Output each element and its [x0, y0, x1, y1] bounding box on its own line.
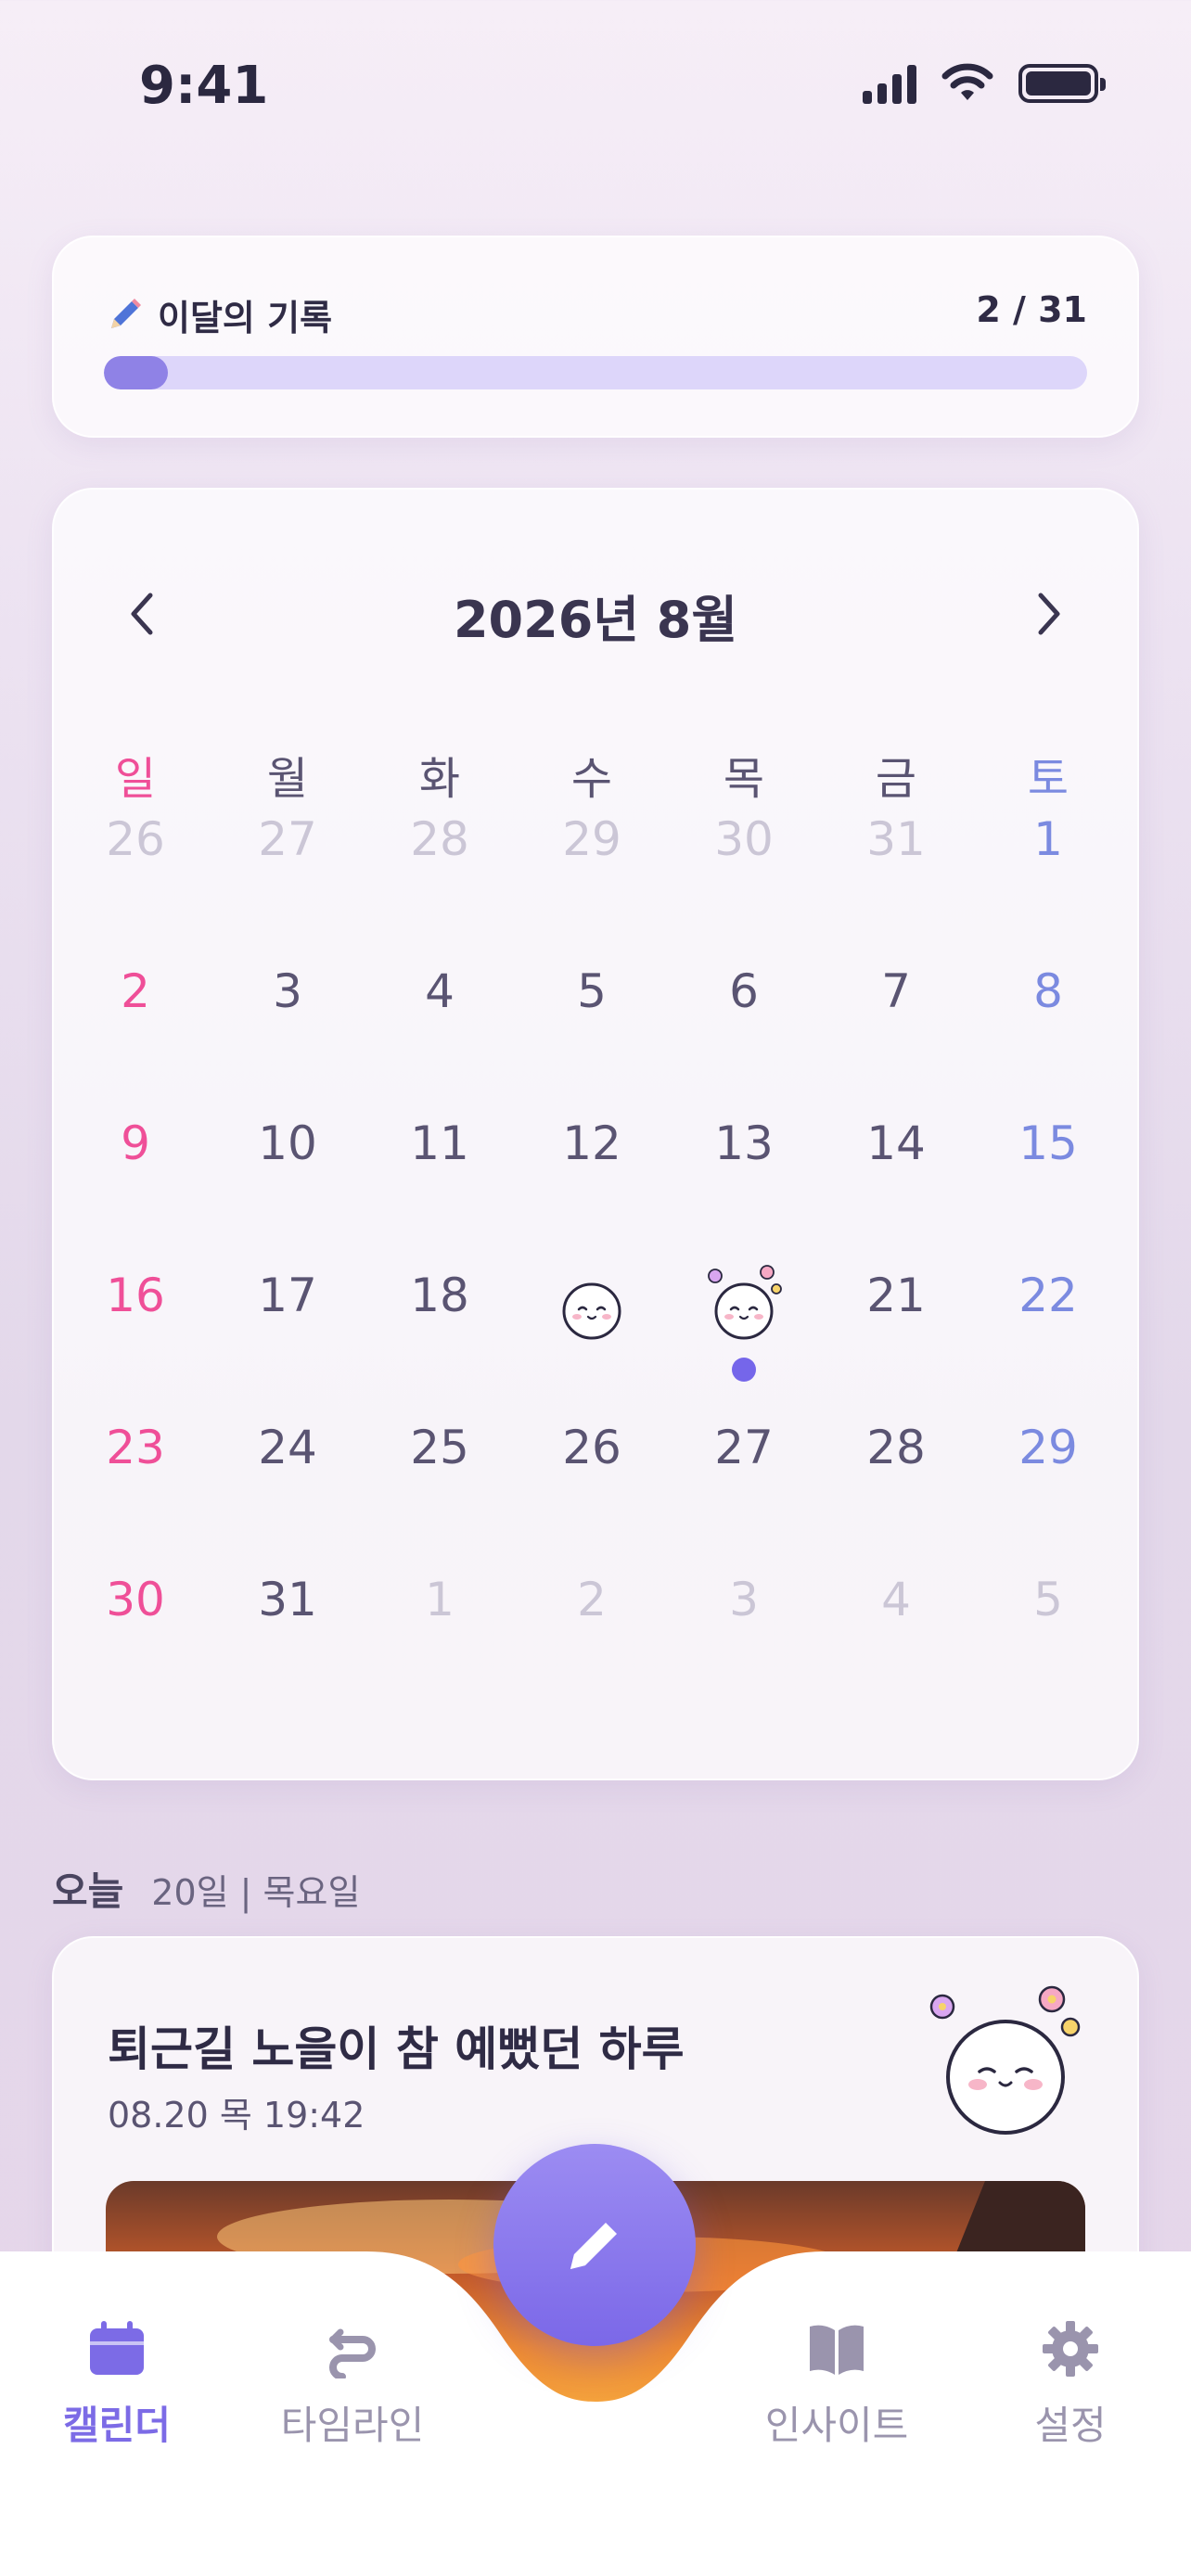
calendar-day[interactable]: 21 [820, 1269, 972, 1322]
weekday-header: 금 [875, 753, 917, 805]
calendar-month-title: 2026년 8월 [453, 591, 738, 649]
pencil-icon [111, 298, 141, 328]
today-date: 20일 | 목요일 [151, 1872, 361, 1913]
status-bar: 9:41 [0, 56, 1191, 130]
calendar-day[interactable]: 4 [364, 964, 516, 1018]
weekday-header: 화 [418, 753, 461, 805]
calendar-day[interactable]: 2 [59, 964, 211, 1018]
calendar-day[interactable]: 30 [59, 1573, 211, 1626]
calendar-day[interactable]: 23 [59, 1421, 211, 1474]
calendar-day[interactable]: 12 [516, 1116, 668, 1170]
weekday-header: 월 [266, 753, 309, 805]
weekday-header: 토 [1027, 753, 1069, 805]
calendar-day[interactable]: 10 [211, 1116, 364, 1170]
happy-mood-sticker-icon[interactable] [702, 1261, 786, 1345]
calendar-day[interactable]: 6 [668, 964, 820, 1018]
entry-title: 퇴근길 노을이 참 예뻤던 하루 [108, 2022, 685, 2076]
calendar-day[interactable]: 1 [972, 812, 1124, 866]
tab-calendar[interactable]: 캘린더 [33, 2316, 200, 2451]
happy-mood-sticker-icon [929, 1985, 1081, 2135]
weekday-header: 목 [723, 753, 765, 805]
calendar-day[interactable]: 17 [211, 1269, 364, 1322]
calendar-header: 2026년 8월 [54, 573, 1137, 649]
cellular-signal-icon [863, 63, 916, 104]
today-indicator-dot [732, 1358, 756, 1382]
monthly-progress-card: 이달의 기록 2 / 31 [52, 236, 1139, 438]
calendar-day-outside-month: 27 [258, 812, 317, 866]
progress-header: 이달의 기록 [104, 289, 332, 340]
tab-settings[interactable]: 설정 [987, 2316, 1154, 2451]
battery-icon [1018, 64, 1106, 103]
progress-count: 2 / 31 [976, 289, 1087, 330]
today-section-header: 오늘 20일 | 목요일 [52, 1860, 360, 1917]
tab-timeline-label: 타임라인 [280, 2403, 425, 2448]
chevron-left-icon[interactable] [115, 586, 171, 642]
wifi-icon [941, 63, 993, 100]
calendar-day[interactable]: 15 [972, 1116, 1124, 1170]
weekday-header: 수 [570, 753, 613, 805]
calendar-icon [90, 2321, 144, 2375]
chevron-right-icon[interactable] [1020, 586, 1076, 642]
tab-insight-label: 인사이트 [764, 2403, 909, 2448]
calendar-day[interactable]: 29 [972, 1421, 1124, 1474]
pencil-icon [570, 2223, 617, 2269]
today-title: 오늘 [52, 1868, 124, 1914]
status-time: 9:41 [139, 56, 269, 116]
gear-icon [1043, 2321, 1098, 2377]
timeline-icon [329, 2328, 376, 2378]
progress-bar-fill [104, 356, 168, 389]
calendar-day[interactable]: 28 [820, 1421, 972, 1474]
calendar-day[interactable]: 24 [211, 1421, 364, 1474]
tab-timeline[interactable]: 타임라인 [269, 2316, 436, 2451]
progress-title: 이달의 기록 [158, 298, 333, 338]
calendar-day-outside-month: 4 [881, 1573, 911, 1626]
calendar-day[interactable]: 7 [820, 964, 972, 1018]
calendar-day[interactable]: 5 [516, 964, 668, 1018]
calendar-day[interactable]: 8 [972, 964, 1124, 1018]
calendar-day-outside-month: 3 [729, 1573, 759, 1626]
status-icons [863, 63, 1106, 104]
calendar-day[interactable]: 14 [820, 1116, 972, 1170]
calendar-day-outside-month: 31 [866, 812, 926, 866]
calendar-day[interactable]: 31 [211, 1573, 364, 1626]
calendar-day-outside-month: 26 [106, 812, 165, 866]
tab-insight[interactable]: 인사이트 [753, 2316, 920, 2451]
calendar-day-outside-month: 28 [410, 812, 469, 866]
calendar-day[interactable]: 27 [668, 1421, 820, 1474]
book-icon [810, 2325, 864, 2375]
calendar-day-outside-month: 2 [577, 1573, 607, 1626]
calendar-day[interactable]: 25 [364, 1421, 516, 1474]
tab-calendar-label: 캘린더 [63, 2403, 171, 2448]
calendar-day-outside-month: 5 [1033, 1573, 1063, 1626]
weekday-header: 일 [114, 753, 157, 805]
calendar-day-outside-month: 1 [425, 1573, 455, 1626]
calendar-card: 2026년 8월 일 월 화 수 목 금 토 26 27 28 29 30 31 1 2 3 4 5 6 7 8 9 10 1… [52, 488, 1139, 1780]
entry-timestamp: 08.20 목 19:42 [108, 2095, 365, 2136]
write-entry-button[interactable] [493, 2144, 696, 2346]
calendar-day[interactable]: 13 [668, 1116, 820, 1170]
calendar-day[interactable]: 22 [972, 1269, 1124, 1322]
calm-mood-sticker-icon[interactable] [550, 1261, 634, 1345]
calendar-day[interactable]: 26 [516, 1421, 668, 1474]
calendar-day[interactable]: 18 [364, 1269, 516, 1322]
calendar-day[interactable]: 16 [59, 1269, 211, 1322]
calendar-day-outside-month: 30 [714, 812, 774, 866]
calendar-day[interactable]: 3 [211, 964, 364, 1018]
calendar-day[interactable]: 9 [59, 1116, 211, 1170]
calendar-day-outside-month: 29 [562, 812, 621, 866]
calendar-day[interactable]: 11 [364, 1116, 516, 1170]
tab-settings-label: 설정 [1034, 2403, 1107, 2448]
progress-bar [104, 356, 1087, 389]
